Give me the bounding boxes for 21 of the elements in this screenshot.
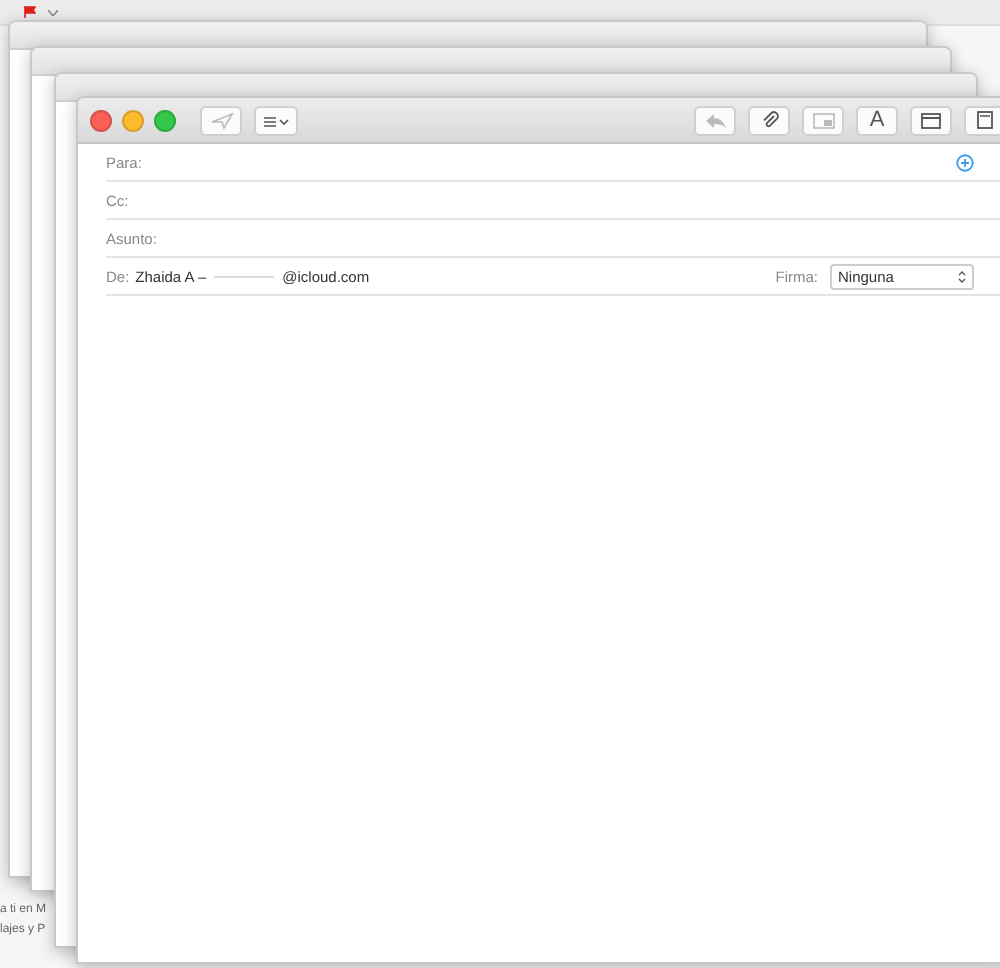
window-button[interactable] [910, 105, 952, 135]
flag-icon[interactable] [24, 6, 36, 18]
header-fields-button[interactable] [254, 105, 298, 135]
reply-icon [703, 111, 727, 129]
note-icon [976, 110, 994, 130]
font-button[interactable]: A [856, 105, 898, 135]
attach-button[interactable] [748, 105, 790, 135]
zoom-button[interactable] [154, 109, 176, 131]
minimize-button[interactable] [122, 109, 144, 131]
photo-icon [811, 111, 835, 129]
stepper-icon [958, 269, 966, 283]
add-contact-icon[interactable] [956, 153, 974, 171]
paperclip-icon [759, 110, 779, 130]
reply-button[interactable] [694, 105, 736, 135]
close-button[interactable] [90, 109, 112, 131]
notes-button[interactable] [964, 105, 1000, 135]
chevron-icon[interactable] [48, 10, 58, 16]
paper-plane-icon [209, 111, 233, 129]
list-icon [262, 113, 290, 127]
photo-button[interactable] [802, 105, 844, 135]
window-icon [920, 111, 942, 129]
